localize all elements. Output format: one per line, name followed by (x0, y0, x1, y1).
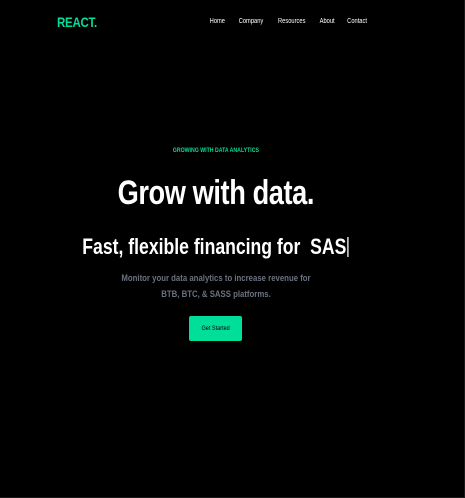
hero-eyebrow-text: GROWING WITH DATA ANALYTICS (172, 147, 260, 154)
hero-headline-text: Grow with data. (117, 174, 315, 212)
nav-item-home[interactable]: Home (210, 18, 225, 25)
nav-item-resources[interactable]: Resources (278, 18, 305, 25)
hero-description: Monitor your data analytics to increase … (100, 271, 332, 303)
nav-item-company[interactable]: Company (239, 18, 264, 25)
get-started-label: Get Started (201, 325, 230, 332)
nav-item-contact[interactable]: Contact (347, 18, 367, 25)
main-nav: Home Company Resources About Contact (208, 18, 369, 25)
page-background: REACT. Home Company Resources About Cont… (0, 0, 465, 498)
hero-typed-word: SAS (310, 234, 347, 259)
nav-item-about[interactable]: About (319, 18, 334, 25)
hero-typed-wrapper: Fast, flexible financing for SAS (82, 234, 350, 259)
hero-typed-prefix: Fast, flexible financing for (82, 234, 306, 259)
get-started-button[interactable]: Get Started (189, 316, 242, 341)
hero-typed-line: Fast, flexible financing for SAS (0, 236, 432, 258)
hero-headline: Grow with data. (0, 176, 432, 210)
hero-eyebrow: GROWING WITH DATA ANALYTICS (0, 147, 432, 154)
typing-cursor (347, 237, 350, 257)
brand-logo[interactable]: REACT. (57, 14, 97, 30)
hero-description-text: Monitor your data analytics to increase … (121, 273, 311, 300)
